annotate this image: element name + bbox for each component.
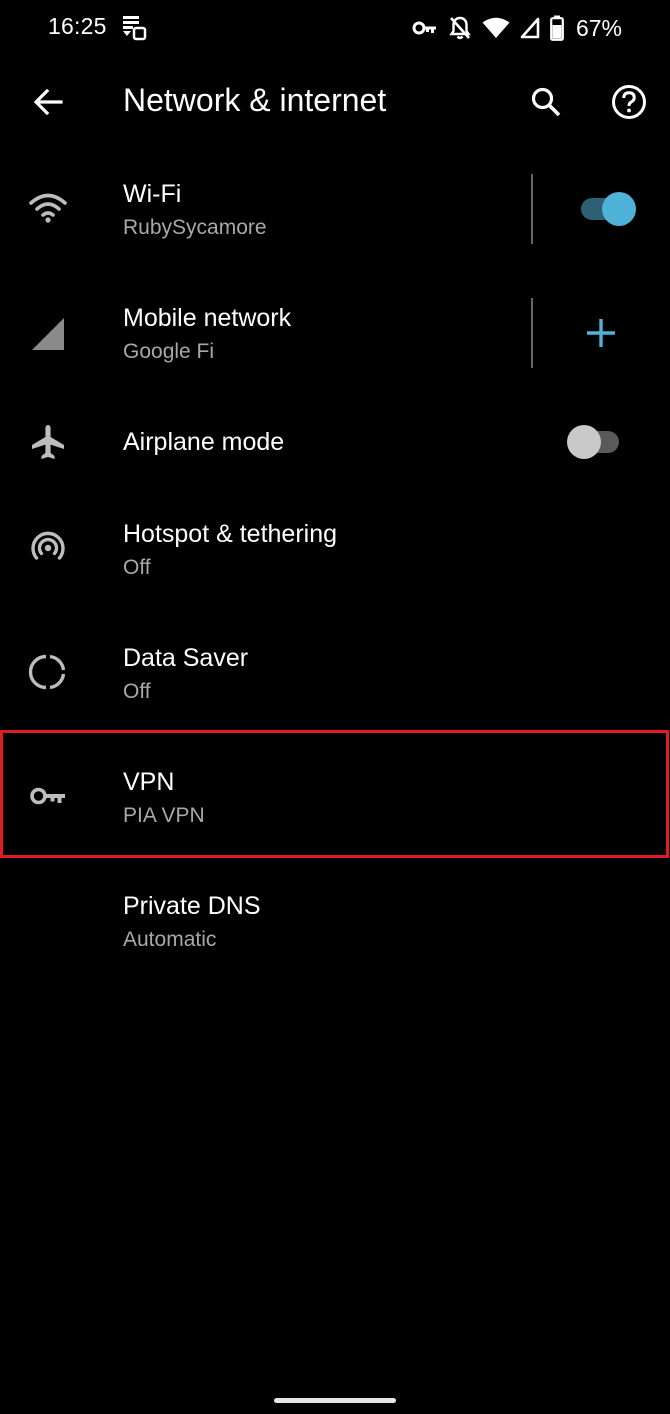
mobile-network-title: Mobile network xyxy=(123,304,292,332)
hotspot-title: Hotspot & tethering xyxy=(123,520,338,548)
divider xyxy=(531,174,533,244)
vpn-highlight xyxy=(0,730,669,858)
hotspot-icon xyxy=(24,524,72,572)
private-dns-summary: Automatic xyxy=(123,928,217,951)
hotspot-summary: Off xyxy=(123,556,151,579)
help-button[interactable] xyxy=(605,78,653,126)
battery-icon xyxy=(550,15,564,41)
search-icon xyxy=(531,87,561,117)
private-dns-setting[interactable]: Private DNS Automatic xyxy=(0,890,670,1014)
wifi-title: Wi-Fi xyxy=(123,180,182,208)
hotspot-setting[interactable]: Hotspot & tethering Off xyxy=(0,518,670,642)
wifi-setting[interactable]: Wi-Fi RubySycamore xyxy=(0,146,670,270)
back-button[interactable] xyxy=(24,78,72,126)
status-icons: 67% xyxy=(412,13,622,43)
app-bar: Network & internet xyxy=(0,56,670,146)
cell-signal-icon xyxy=(24,310,72,358)
cell-signal-icon xyxy=(520,17,540,39)
data-saver-title: Data Saver xyxy=(123,644,249,672)
airplane-mode-title: Airplane mode xyxy=(123,428,285,456)
wifi-icon xyxy=(24,184,72,232)
wifi-toggle[interactable] xyxy=(578,189,636,229)
mobile-network-summary: Google Fi xyxy=(123,340,215,363)
vpn-key-icon xyxy=(412,19,438,37)
add-icon xyxy=(587,319,615,347)
back-arrow-icon xyxy=(33,89,63,115)
data-saver-summary: Off xyxy=(123,680,151,703)
airplane-mode-setting[interactable]: Airplane mode xyxy=(0,394,670,518)
do-not-disturb-icon xyxy=(448,15,472,41)
private-dns-title: Private DNS xyxy=(123,892,261,920)
status-time: 16:25 xyxy=(48,13,107,39)
airplane-mode-toggle[interactable] xyxy=(566,422,624,462)
airplane-icon xyxy=(24,418,72,466)
page-title: Network & internet xyxy=(123,82,387,118)
status-bar: 16:25 67% xyxy=(0,0,670,56)
gesture-nav-handle[interactable] xyxy=(274,1398,396,1403)
battery-percent: 67% xyxy=(575,14,622,41)
mobile-network-setting[interactable]: Mobile network Google Fi xyxy=(0,270,670,394)
search-button[interactable] xyxy=(522,78,570,126)
divider xyxy=(531,298,533,368)
data-saver-icon xyxy=(24,648,72,696)
wifi-icon xyxy=(482,17,510,39)
add-network-button[interactable] xyxy=(576,308,626,358)
wifi-summary: RubySycamore xyxy=(123,216,267,239)
notification-icon xyxy=(120,14,148,42)
help-icon xyxy=(612,85,646,119)
